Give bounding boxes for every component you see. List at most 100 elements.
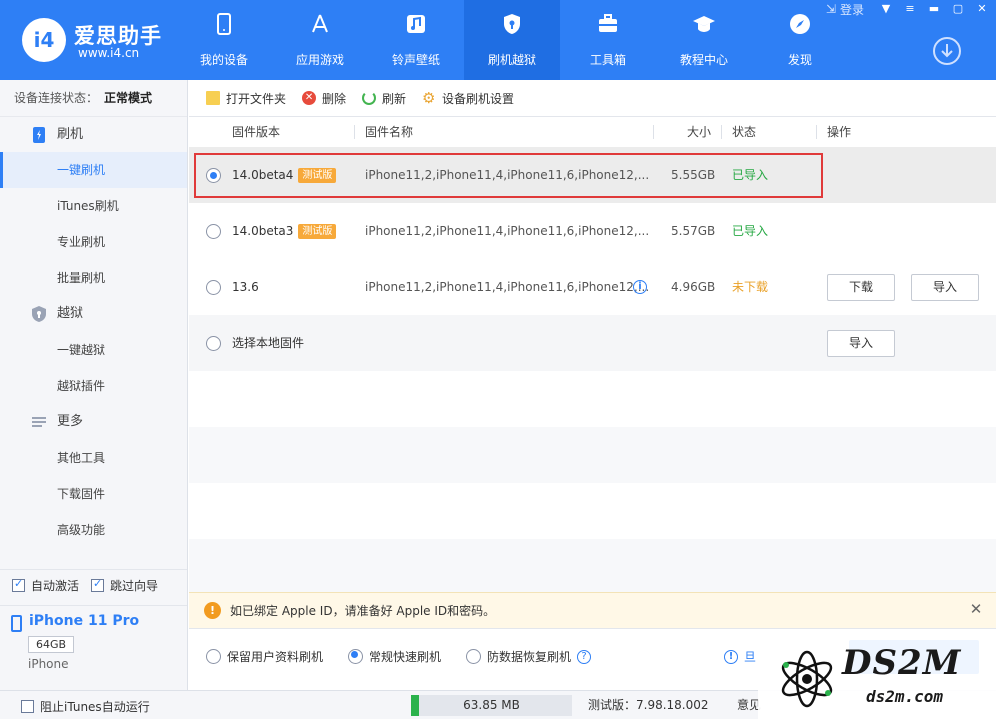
shirt-icon[interactable]: ▼ — [878, 1, 894, 17]
login-link[interactable]: ⇲ 登录 — [826, 1, 864, 18]
arrow-down-icon — [941, 44, 953, 58]
checkbox-box — [21, 700, 34, 713]
refresh-button[interactable]: 刷新 — [362, 90, 406, 107]
firmware-version: 14.0beta3 测试版 — [232, 203, 337, 259]
mode-radio — [348, 649, 363, 664]
version-text: 13.6 — [232, 280, 259, 294]
refresh-icon — [362, 91, 377, 105]
import-local-button[interactable]: 导入 — [827, 330, 895, 357]
sidebar: 设备连接状态： 正常模式 刷机 一键刷机 iTunes刷机 专业刷机 批量刷机 越… — [0, 80, 188, 690]
flash-settings-button[interactable]: ⚙ 设备刷机设置 — [422, 90, 514, 107]
checkbox-label: 跳过向导 — [110, 579, 159, 593]
main-nav: 我的设备 应用游戏 铃声壁纸 刷机越狱 工具箱 教程中心 发现 — [176, 0, 848, 80]
nav-apps-games[interactable]: 应用游戏 — [272, 0, 368, 80]
memory-meter[interactable]: 63.85 MB — [411, 695, 572, 716]
nav-label: 工具箱 — [589, 53, 626, 67]
watermark-text: DS2M — [842, 643, 962, 683]
sidebar-group-more[interactable]: 更多 — [0, 404, 187, 440]
table-row[interactable]: 13.6 iPhone11,2,iPhone11,4,iPhone11,6,iP… — [189, 259, 996, 315]
sidebar-item-one-click-flash[interactable]: 一键刷机 — [0, 152, 187, 188]
import-button[interactable]: 导入 — [911, 274, 979, 301]
delete-button[interactable]: ✕ 删除 — [302, 90, 346, 107]
table-row[interactable]: 选择本地固件 导入 — [189, 315, 996, 371]
list-icon — [32, 417, 46, 427]
app-version: 测试版：7.98.18.002 — [588, 698, 709, 712]
sidebar-group-label: 越狱 — [57, 306, 84, 321]
sidebar-group-flash[interactable]: 刷机 — [0, 116, 187, 152]
empty-row — [189, 427, 996, 483]
nav-label: 应用游戏 — [295, 53, 344, 67]
device-name: iPhone 11 Pro — [29, 613, 140, 629]
sidebar-item-jailbreak-plugins[interactable]: 越狱插件 — [0, 368, 187, 404]
iphone-icon — [11, 615, 22, 632]
col-action: 操作 — [827, 125, 852, 139]
device-model: iPhone — [28, 657, 69, 671]
skip-guide-checkbox[interactable]: 跳过向导 — [91, 577, 158, 594]
mode-label: 防数据恢复刷机 — [487, 650, 572, 664]
connection-status: 设备连接状态： 正常模式 — [0, 80, 187, 116]
nav-flash-jailbreak[interactable]: 刷机越狱 — [464, 0, 560, 80]
help-icon[interactable]: ? — [577, 649, 592, 664]
menu-icon[interactable]: ≡ — [902, 1, 918, 17]
col-status: 状态 — [732, 125, 757, 139]
open-folder-label: 打开文件夹 — [226, 91, 287, 106]
flash-settings-label: 设备刷机设置 — [442, 91, 515, 106]
col-version: 固件版本 — [232, 125, 281, 139]
table-header: 固件版本 固件名称 大小 状态 操作 — [189, 118, 996, 146]
app-store-icon — [312, 14, 328, 33]
col-name: 固件名称 — [365, 125, 414, 139]
sidebar-item-one-click-jailbreak[interactable]: 一键越狱 — [0, 332, 187, 368]
info-icon[interactable]: i — [633, 280, 647, 294]
sidebar-item-download-firmware[interactable]: 下载固件 — [0, 476, 187, 512]
graduation-cap-icon — [693, 16, 715, 32]
mode-radio — [466, 649, 481, 664]
col-size: 大小 — [687, 125, 712, 139]
delete-label: 删除 — [322, 91, 347, 106]
device-capacity: 64GB — [28, 636, 75, 653]
open-folder-button[interactable]: 打开文件夹 — [206, 90, 286, 107]
flash-icon — [33, 127, 45, 143]
mode-keep-data[interactable]: 保留用户资料刷机 — [206, 648, 323, 665]
firmware-name: iPhone11,2,iPhone11,4,iPhone11,6,iPhone1… — [365, 224, 650, 238]
warning-link-text: 旦 — [744, 650, 757, 664]
firmware-radio[interactable] — [206, 224, 221, 239]
nav-toolbox[interactable]: 工具箱 — [560, 0, 656, 80]
sidebar-item-other-tools[interactable]: 其他工具 — [0, 440, 187, 476]
window-controls: ⇲ 登录 ▼ ≡ ▬ ▢ ✕ — [826, 0, 990, 18]
nav-ringtones-wallpapers[interactable]: 铃声壁纸 — [368, 0, 464, 80]
maximize-icon[interactable]: ▢ — [950, 1, 966, 17]
empty-row — [189, 539, 996, 592]
mode-anti-recovery[interactable]: 防数据恢复刷机 ? — [466, 648, 592, 665]
checkbox-label: 自动激活 — [31, 579, 80, 593]
music-icon — [407, 15, 425, 33]
mode-radio — [206, 649, 221, 664]
mode-label: 保留用户资料刷机 — [227, 650, 324, 664]
gear-icon: ⚙ — [422, 89, 436, 107]
refresh-label: 刷新 — [382, 91, 407, 106]
firmware-radio[interactable] — [206, 280, 221, 295]
download-icon[interactable] — [933, 37, 961, 65]
download-button[interactable]: 下载 — [827, 274, 895, 301]
col-divider — [721, 125, 722, 139]
warning-link[interactable]: ! 旦 — [724, 648, 756, 665]
sidebar-item-batch-flash[interactable]: 批量刷机 — [0, 260, 187, 296]
mode-quick-flash[interactable]: 常规快速刷机 — [348, 648, 441, 665]
sidebar-item-itunes-flash[interactable]: iTunes刷机 — [0, 188, 187, 224]
app-logo: i4 爱思助手 www.i4.cn — [22, 16, 202, 64]
minimize-icon[interactable]: ▬ — [926, 1, 942, 17]
toolbar: 打开文件夹 ✕ 删除 刷新 ⚙ 设备刷机设置 — [189, 80, 996, 117]
close-icon[interactable]: ✕ — [969, 602, 983, 617]
nav-my-device[interactable]: 我的设备 — [176, 0, 272, 80]
local-firmware-radio[interactable] — [206, 336, 221, 351]
warning-icon: ! — [204, 602, 221, 619]
sidebar-item-advanced[interactable]: 高级功能 — [0, 512, 187, 548]
nav-tutorials[interactable]: 教程中心 — [656, 0, 752, 80]
auto-activate-checkbox[interactable]: 自动激活 — [12, 577, 79, 594]
col-divider — [653, 125, 654, 139]
table-row[interactable]: 14.0beta3 测试版 iPhone11,2,iPhone11,4,iPhon… — [189, 203, 996, 259]
sidebar-group-jailbreak[interactable]: 越狱 — [0, 296, 187, 332]
firmware-size: 5.57GB — [671, 224, 716, 238]
close-icon[interactable]: ✕ — [974, 1, 990, 17]
block-itunes-checkbox[interactable]: 阻止iTunes自动运行 — [21, 698, 150, 715]
sidebar-item-pro-flash[interactable]: 专业刷机 — [0, 224, 187, 260]
